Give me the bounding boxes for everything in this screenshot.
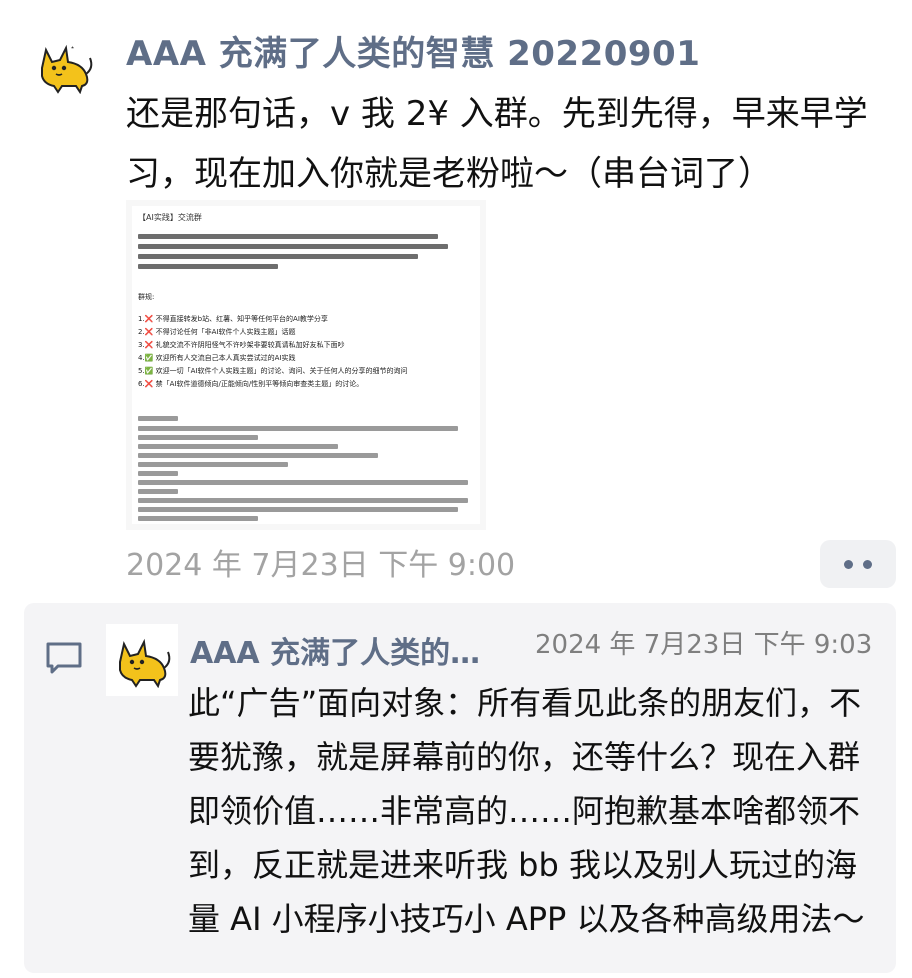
comment-timestamp: 2024 年 7月23日 下午 9:03 xyxy=(535,630,873,660)
image-rule: 2.❌ 不得讨论任何「非AI软件个人实践主题」话题 xyxy=(138,328,296,336)
comment-icon xyxy=(46,642,82,674)
post-text: 还是那句话，v 我 2¥ 入群。先到先得，早来早学习，现在加入你就是老粉啦～（串… xyxy=(126,94,868,194)
image-title: 【AI实践】交流群 xyxy=(138,213,202,222)
post-image-content: 【AI实践】交流群 群规: 1.❌ 不得直接转发b站、红薯、知乎等任何平台的AI… xyxy=(132,206,480,524)
post-timestamp: 2024 年 7月23日 下午 9:00 xyxy=(126,548,516,583)
comment-author-avatar[interactable] xyxy=(106,624,178,696)
image-rule: 1.❌ 不得直接转发b站、红薯、知乎等任何平台的AI教学分享 xyxy=(138,315,328,323)
comment-author-name[interactable]: AAA 充满了人类的… xyxy=(190,628,480,672)
more-dots-icon xyxy=(863,559,872,569)
post-author-name[interactable]: AAA 充满了人类的智慧 20220901 xyxy=(126,26,700,75)
image-rule: 4.✅ 欢迎所有人交流自己本人真实尝试过的AI实践 xyxy=(138,354,296,362)
image-rule: 6.❌ 禁「AI软件道德倾向/正能倾向/性别平等倾向审查类主题」的讨论。 xyxy=(138,380,364,388)
image-rules-heading: 群规: xyxy=(138,293,155,301)
cat-avatar-icon xyxy=(119,638,171,688)
cat-avatar-icon: ⋆ xyxy=(41,43,93,94)
more-dots-icon xyxy=(844,559,853,569)
image-rule: 5.✅ 欢迎一切「AI软件个人实践主题」的讨论、询问、关于任何人的分享的细节的询… xyxy=(138,367,408,375)
comment-text: 此“广告”面向对象：所有看见此条的朋友们，不要犹豫，就是屏幕前的你，还等什么？现… xyxy=(188,684,865,938)
more-button[interactable] xyxy=(820,540,896,588)
image-rule: 3.❌ 礼貌交流不许阴阳怪气不许吵架非要较真请私加好友私下面吵 xyxy=(138,341,345,349)
post-image[interactable]: 【AI实践】交流群 群规: 1.❌ 不得直接转发b站、红薯、知乎等任何平台的AI… xyxy=(126,200,486,530)
author-avatar[interactable]: ⋆ xyxy=(28,30,100,102)
svg-text:⋆: ⋆ xyxy=(70,43,75,52)
